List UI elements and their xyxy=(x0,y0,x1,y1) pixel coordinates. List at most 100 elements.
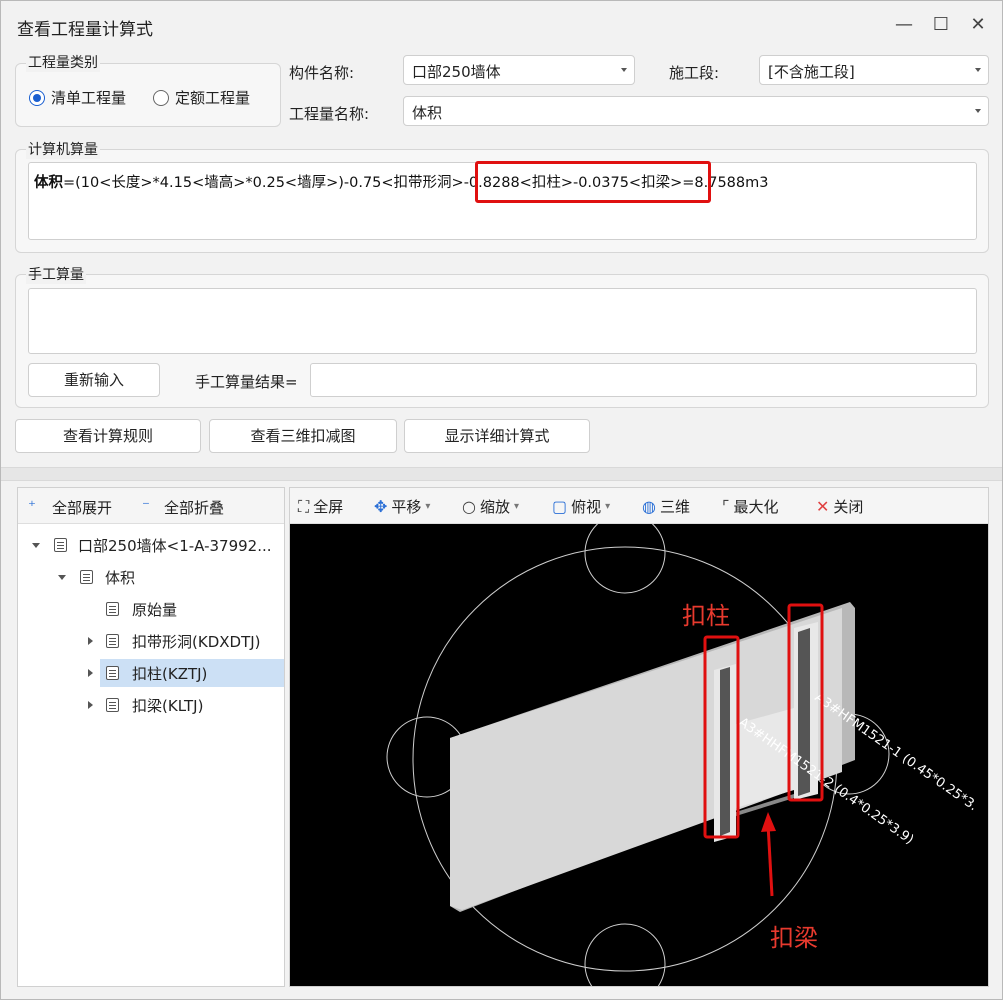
stage-label: 施工段: xyxy=(669,64,720,82)
annotation-beam: 扣梁 xyxy=(770,924,818,952)
zoom-label: 缩放 xyxy=(479,498,510,516)
radio-quota-quantity[interactable]: 定额工程量 xyxy=(153,87,250,108)
maximize-view-button[interactable]: ⌜ 最大化 xyxy=(722,496,779,517)
quantity-name-select[interactable]: 体积 xyxy=(403,96,989,126)
computer-quantity-legend: 计算机算量 xyxy=(26,139,100,159)
beam-arrow-head-icon xyxy=(761,812,776,832)
manual-result-label: 手工算量结果= xyxy=(195,373,298,391)
collapse-all-button[interactable]: 全部折叠 xyxy=(164,497,224,518)
tree-node-volume[interactable]: 体积 xyxy=(18,563,284,591)
view-calc-rules-button[interactable]: 查看计算规则 xyxy=(15,419,201,453)
maximize-label: 最大化 xyxy=(733,498,779,516)
magnifier-icon: ○ xyxy=(462,497,476,516)
close-window-button[interactable]: ✕ xyxy=(966,13,990,37)
tree-node-original[interactable]: 原始量 xyxy=(18,595,284,623)
quantity-name-label: 工程量名称: xyxy=(289,105,370,123)
tree-node-deduct-opening[interactable]: 扣带形洞(KDXDTJ) xyxy=(18,627,284,655)
close-view-button[interactable]: ✕ 关闭 xyxy=(816,496,863,517)
ring-handle-bottom xyxy=(584,923,666,986)
formula-name: 体积 xyxy=(34,175,63,191)
manual-formula-input[interactable] xyxy=(28,288,977,354)
minimize-button[interactable]: — xyxy=(892,13,916,37)
document-icon xyxy=(54,538,67,552)
expand-all-icon: ⁺ xyxy=(28,497,36,515)
document-icon xyxy=(106,634,119,648)
component-value: 口部250墙体 xyxy=(412,63,501,81)
radio-bill-quantity[interactable]: 清单工程量 xyxy=(29,87,126,108)
chevron-right-icon[interactable] xyxy=(88,701,93,709)
fullscreen-icon: ⛶ xyxy=(298,496,310,516)
3d-view-panel: ⛶ 全屏 ✥ 平移 ▾ ○ 缩放 ▾ ▢ 俯视 ▾ ◍ 三维 ⌜ 最大化 ✕ 关… xyxy=(289,487,989,987)
quantity-name-value: 体积 xyxy=(412,104,443,122)
3d-label: 三维 xyxy=(659,498,690,516)
tree-node-deduct-column[interactable]: 扣柱(KZTJ) xyxy=(88,659,284,687)
view-toolbar: ⛶ 全屏 ✥ 平移 ▾ ○ 缩放 ▾ ▢ 俯视 ▾ ◍ 三维 ⌜ 最大化 ✕ 关… xyxy=(290,488,988,524)
chevron-down-icon: ▾ xyxy=(425,501,431,512)
calc-formula-window: 查看工程量计算式 — ☐ ✕ 工程量类别 清单工程量 定额工程量 构件名称: 口… xyxy=(0,0,1003,1000)
close-label: 关闭 xyxy=(833,498,864,516)
beam-arrow-line xyxy=(766,823,774,897)
chevron-down-icon xyxy=(975,68,981,72)
stage-value: [不含施工段] xyxy=(768,63,855,81)
component-label: 构件名称: xyxy=(289,64,355,82)
tree-node-label: 口部250墙体<1-A-37992... xyxy=(78,537,272,555)
cube-icon: ▢ xyxy=(552,497,568,516)
annotation-column: 扣柱 xyxy=(682,602,730,630)
tree-node-label: 体积 xyxy=(105,569,136,587)
zoom-button[interactable]: ○ 缩放 ▾ xyxy=(462,496,519,517)
quantity-type-legend: 工程量类别 xyxy=(26,52,100,72)
deduction-highlight-box xyxy=(475,161,711,203)
chevron-right-icon[interactable] xyxy=(88,637,93,645)
chevron-down-icon: ▾ xyxy=(605,501,611,512)
collapse-all-icon: ⁻ xyxy=(142,497,150,515)
tree-node-label: 扣梁(KLTJ) xyxy=(132,697,204,715)
tree-node-label: 扣柱(KZTJ) xyxy=(132,665,208,683)
fullscreen-label: 全屏 xyxy=(313,498,344,516)
tree-toolbar: ⁺ 全部展开 ⁻ 全部折叠 xyxy=(18,488,284,524)
chevron-down-icon[interactable] xyxy=(32,543,40,548)
view-3d-deduction-button[interactable]: 查看三维扣减图 xyxy=(209,419,397,453)
tree-panel: ⁺ 全部展开 ⁻ 全部折叠 口部250墙体<1-A-37992... 体积 原始… xyxy=(17,487,285,987)
pan-label: 平移 xyxy=(391,498,422,516)
3d-button[interactable]: ◍ 三维 xyxy=(642,496,690,517)
move-icon: ✥ xyxy=(374,497,388,516)
3d-viewport-canvas[interactable]: A3#HFM1521-1 (0.45*0.25*3. A3#HHFM1521-2… xyxy=(290,524,988,986)
document-icon xyxy=(80,570,93,584)
chevron-down-icon xyxy=(975,109,981,113)
fullscreen-button[interactable]: ⛶ 全屏 xyxy=(298,496,343,517)
tree-node-label: 扣带形洞(KDXDTJ) xyxy=(132,633,261,651)
document-icon xyxy=(106,666,119,680)
manual-result-input[interactable] xyxy=(310,363,977,397)
reenter-button[interactable]: 重新输入 xyxy=(28,363,160,397)
sphere-icon: ◍ xyxy=(642,497,656,516)
radio-unselected-icon xyxy=(153,89,169,106)
document-icon xyxy=(106,602,119,616)
pan-button[interactable]: ✥ 平移 ▾ xyxy=(374,496,430,517)
chevron-down-icon: ▾ xyxy=(513,501,520,512)
top-view-label: 俯视 xyxy=(571,498,602,516)
tree-node-wall[interactable]: 口部250墙体<1-A-37992... xyxy=(18,531,284,559)
window-title: 查看工程量计算式 xyxy=(17,20,153,40)
ring-handle-top xyxy=(584,524,666,594)
show-detail-formula-button[interactable]: 显示详细计算式 xyxy=(404,419,590,453)
component-select[interactable]: 口部250墙体 xyxy=(403,55,635,85)
chevron-down-icon xyxy=(621,68,627,72)
radio-quota-label: 定额工程量 xyxy=(175,89,251,107)
chevron-right-icon[interactable] xyxy=(88,669,93,677)
maximize-button[interactable]: ☐ xyxy=(929,13,953,37)
radio-bill-label: 清单工程量 xyxy=(51,89,127,107)
top-view-button[interactable]: ▢ 俯视 ▾ xyxy=(552,496,610,517)
expand-all-button[interactable]: 全部展开 xyxy=(52,497,112,518)
chevron-down-icon[interactable] xyxy=(58,575,66,580)
close-icon: ✕ xyxy=(816,497,830,516)
document-icon xyxy=(106,698,119,712)
tree-node-deduct-beam[interactable]: 扣梁(KLTJ) xyxy=(18,691,284,719)
splitter[interactable] xyxy=(1,467,1002,481)
column-cut-left-shadow xyxy=(720,667,730,836)
tree-node-label: 原始量 xyxy=(132,601,178,619)
title-bar: 查看工程量计算式 — ☐ ✕ xyxy=(1,1,1002,49)
stage-select[interactable]: [不含施工段] xyxy=(759,55,989,85)
maximize-icon: ⌜ xyxy=(722,497,730,516)
manual-quantity-legend: 手工算量 xyxy=(26,264,86,284)
radio-selected-icon xyxy=(29,89,45,106)
